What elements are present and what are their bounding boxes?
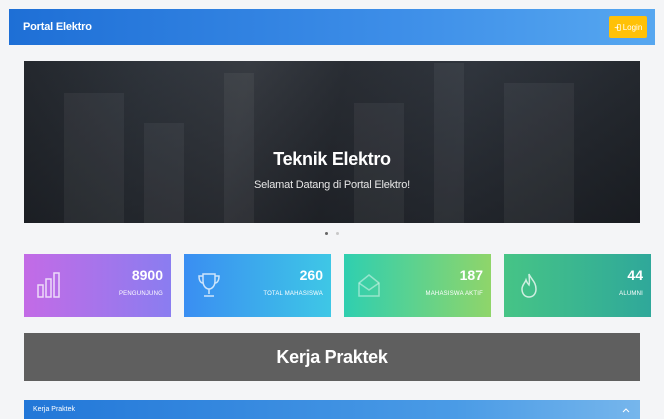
stat-label: PENGUNJUNG — [118, 291, 163, 297]
stat-label: MAHASISWA AKTIF — [425, 291, 483, 297]
stat-card-alumni: 44 ALUMNI — [504, 254, 651, 317]
stat-value: 8900 — [131, 267, 163, 283]
hero-carousel[interactable]: Teknik Elektro Selamat Datang di Portal … — [24, 61, 640, 223]
bar-chart-icon — [37, 272, 60, 298]
stat-value: 44 — [627, 267, 643, 283]
trophy-icon — [198, 273, 220, 297]
hero-title: Teknik Elektro — [273, 149, 391, 169]
envelope-icon — [358, 274, 380, 297]
stat-card-mahasiswa-aktif: 187 MAHASISWA AKTIF — [344, 254, 491, 317]
kerja-praktek-section-header[interactable]: Kerja Praktek — [24, 400, 640, 419]
hero-subtitle: Selamat Datang di Portal Elektro! — [253, 179, 411, 191]
section-title: Kerja Praktek — [33, 406, 76, 413]
stat-label: ALUMNI — [619, 291, 643, 297]
carousel-indicators — [0, 232, 664, 235]
banner-title: Kerja Praktek — [276, 346, 388, 367]
carousel-indicator-2[interactable] — [336, 232, 339, 235]
kerja-praktek-banner: Kerja Praktek — [24, 333, 640, 381]
brand-link[interactable]: Portal Elektro — [23, 21, 92, 33]
stat-value: 260 — [299, 267, 323, 283]
flame-icon — [521, 273, 537, 298]
stat-card-pengunjung: 8900 PENGUNJUNG — [24, 254, 171, 317]
hero-background — [434, 63, 464, 223]
hero-background — [224, 73, 254, 223]
login-button-label: Login — [622, 22, 643, 32]
stat-value: 187 — [459, 267, 483, 283]
chevron-up-icon[interactable] — [622, 407, 630, 413]
login-icon — [614, 23, 621, 31]
hero-background — [144, 123, 184, 223]
stat-label: TOTAL MAHASISWA — [263, 291, 323, 297]
top-navbar: Portal Elektro Login — [9, 9, 655, 45]
login-button[interactable]: Login — [609, 16, 647, 38]
carousel-indicator-1[interactable] — [325, 232, 328, 235]
stat-card-total-mahasiswa: 260 TOTAL MAHASISWA — [184, 254, 331, 317]
